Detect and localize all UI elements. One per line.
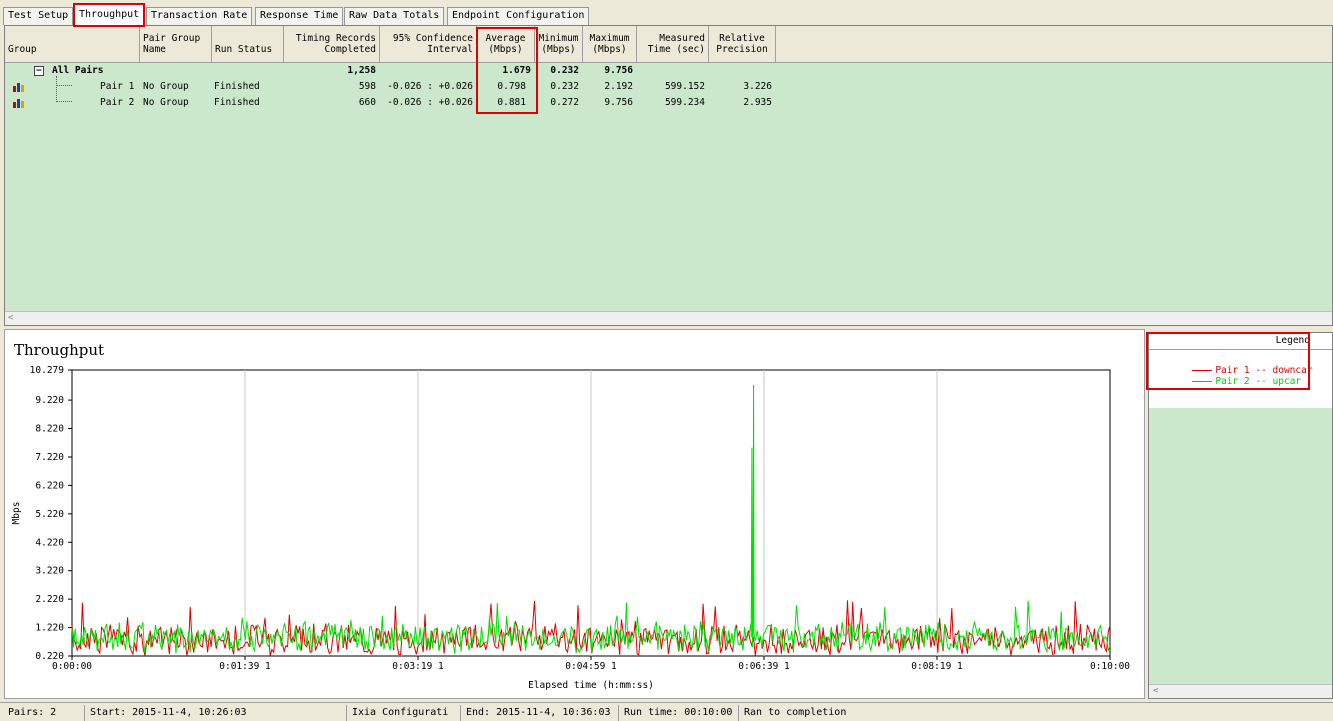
pair-group-name: No Group	[143, 97, 189, 108]
y-tick-label: 5.220	[35, 509, 64, 520]
status-start: Start: 2015-11-4, 10:26:03	[84, 705, 247, 721]
tree-connector	[56, 87, 72, 102]
pair-name: Pair 1	[100, 81, 135, 92]
legend-panel: Legend Pair 1 -- downcar Pair 2 -- upcar…	[1148, 332, 1333, 699]
col-header-pair-group-name[interactable]: Pair Group Name	[140, 26, 212, 62]
timing-records: 598	[358, 81, 376, 92]
run-status: Finished	[214, 97, 260, 108]
x-tick-label: 0:08:19 1	[911, 661, 963, 672]
x-tick-label: 0:10:00	[1090, 661, 1130, 672]
minimum: 0.272	[550, 97, 579, 108]
throughput-chart-panel: Throughput 0:00:00 0:01:39 1 0:03:19 1 0:04…	[4, 329, 1145, 699]
table-row[interactable]: Pair 1 No Group Finished 598 -0.026 : +0…	[5, 76, 805, 95]
confidence-interval: -0.026 : +0.026	[387, 97, 473, 108]
collapse-icon[interactable]: −	[34, 66, 44, 76]
table-row[interactable]: Pair 2 No Group Finished 660 -0.026 : +0…	[5, 87, 805, 111]
x-tick-label: 0:01:39 1	[219, 661, 271, 672]
col-header-minimum[interactable]: Minimum (Mbps)	[535, 26, 583, 62]
summary-minimum: 0.232	[550, 65, 579, 76]
horizontal-scrollbar[interactable]: <	[5, 311, 1332, 325]
y-tick-label: 6.220	[35, 480, 64, 491]
y-tick-label: 1.220	[35, 623, 64, 634]
y-tick-label: 0.220	[35, 651, 64, 662]
summary-maximum: 9.756	[604, 65, 633, 76]
col-header-relative-precision[interactable]: Relative Precision	[709, 26, 776, 62]
tab-throughput[interactable]: Throughput	[72, 3, 146, 27]
tab-transaction-rate[interactable]: Transaction Rate	[146, 7, 253, 25]
y-tick-label: 10.279	[30, 365, 65, 376]
x-tick-label: 0:00:00	[52, 661, 92, 672]
measured-time: 599.234	[664, 97, 705, 108]
y-axis-label: Mbps	[11, 502, 22, 525]
status-config: Ixia Configurati	[346, 705, 448, 721]
legend-header: Legend	[1149, 333, 1332, 350]
table-header: Group Pair Group Name Run Status Timing …	[5, 26, 1332, 63]
x-axis-label: Elapsed time (h:mm:ss)	[528, 680, 654, 691]
col-header-confidence[interactable]: 95% Confidence Interval	[380, 26, 477, 62]
throughput-chart: 0:00:00 0:01:39 1 0:03:19 1 0:04:59 1 0:06:3…	[11, 365, 1130, 691]
y-tick-label: 3.220	[35, 566, 64, 577]
average: 0.798	[497, 81, 526, 92]
legend-swatch	[1192, 381, 1213, 382]
col-header-timing-records[interactable]: Timing Records Completed	[284, 26, 380, 62]
y-tick-label: 7.220	[35, 452, 64, 463]
legend-body: Pair 1 -- downcar Pair 2 -- upcar	[1149, 350, 1332, 408]
pair-group-name: No Group	[143, 81, 189, 92]
status-end: End: 2015-11-4, 10:36:03	[460, 705, 611, 721]
table-row-all-pairs[interactable]: − All Pairs 1,258 1.679 0.232 9.756	[5, 63, 805, 79]
minimum: 0.232	[550, 81, 579, 92]
legend-label: Pair 2 -- upcar	[1215, 376, 1302, 387]
pair-chart-icon	[13, 83, 24, 92]
pair-chart-icon	[13, 99, 24, 108]
maximum: 9.756	[604, 97, 633, 108]
relative-precision: 2.935	[743, 97, 772, 108]
y-tick-label: 9.220	[35, 395, 64, 406]
relative-precision: 3.226	[743, 81, 772, 92]
x-tick-label: 0:06:39 1	[738, 661, 790, 672]
x-tick-label: 0:04:59 1	[565, 661, 617, 672]
status-pairs: Pairs: 2	[8, 707, 57, 718]
status-completion: Ran to completion	[738, 705, 846, 721]
run-status: Finished	[214, 81, 260, 92]
confidence-interval: -0.026 : +0.026	[387, 81, 473, 92]
tab-response-time[interactable]: Response Time	[255, 7, 344, 25]
measured-time: 599.152	[664, 81, 705, 92]
status-run-time: Run time: 00:10:00	[618, 705, 732, 721]
pair-name: Pair 2	[100, 97, 135, 108]
y-tick-label: 8.220	[35, 424, 64, 435]
col-header-group[interactable]: Group	[5, 26, 140, 62]
legend-item-pair-2[interactable]: Pair 2 -- upcar	[1158, 365, 1301, 387]
tab-raw-data-totals[interactable]: Raw Data Totals	[344, 7, 445, 25]
col-header-run-status[interactable]: Run Status	[212, 26, 284, 62]
col-header-average[interactable]: Average (Mbps)	[477, 26, 535, 62]
tab-endpoint-configuration[interactable]: Endpoint Configuration	[447, 7, 590, 25]
status-bar: Pairs: 2 Start: 2015-11-4, 10:26:03 Ixia…	[0, 702, 1333, 721]
y-tick-label: 4.220	[35, 537, 64, 548]
legend-scrollbar[interactable]: <	[1149, 684, 1332, 698]
average: 0.881	[497, 97, 526, 108]
tab-bar: Test Setup Throughput Transaction Rate R…	[0, 0, 1333, 27]
maximum: 2.192	[604, 81, 633, 92]
timing-records: 660	[358, 97, 376, 108]
tab-test-setup[interactable]: Test Setup	[3, 7, 74, 25]
tree-connector	[56, 76, 72, 86]
results-table: Group Pair Group Name Run Status Timing …	[4, 25, 1333, 326]
col-header-maximum[interactable]: Maximum (Mbps)	[583, 26, 637, 62]
col-header-measured-time[interactable]: Measured Time (sec)	[637, 26, 709, 62]
summary-records: 1,258	[347, 65, 376, 76]
summary-average: 1.679	[502, 65, 531, 76]
legend-item-pair-1[interactable]: Pair 1 -- downcar	[1158, 354, 1313, 376]
y-tick-label: 2.220	[35, 594, 64, 605]
x-tick-label: 0:03:19 1	[392, 661, 444, 672]
